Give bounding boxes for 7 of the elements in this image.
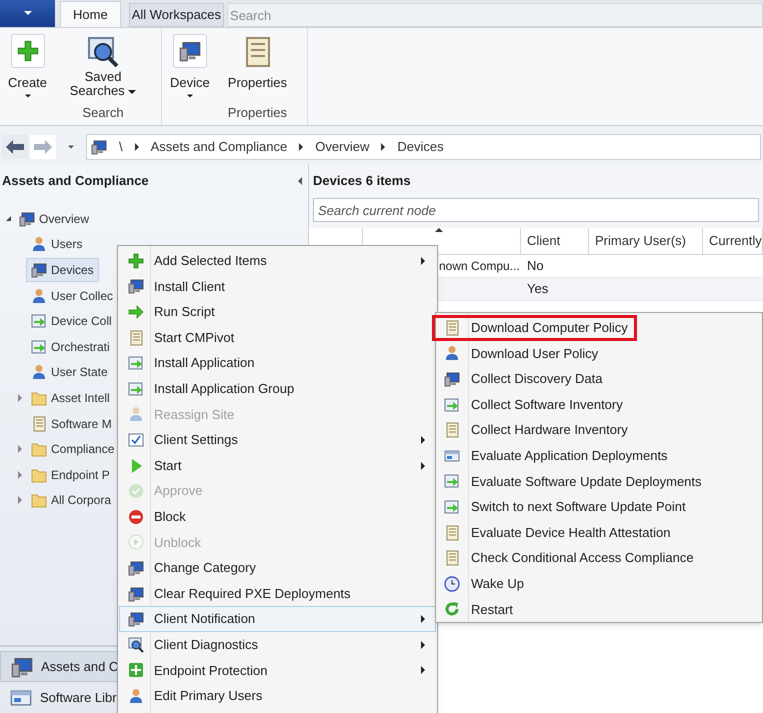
group-label: Search [82,104,124,122]
group-label: Properties [228,104,288,122]
pane-title: Assets and Compliance [2,172,149,190]
table-cell: No [527,258,544,274]
table-cell: nown Compu... [439,259,520,273]
table-cell: Yes [527,281,548,296]
pane-title: Devices 6 items [313,172,411,190]
